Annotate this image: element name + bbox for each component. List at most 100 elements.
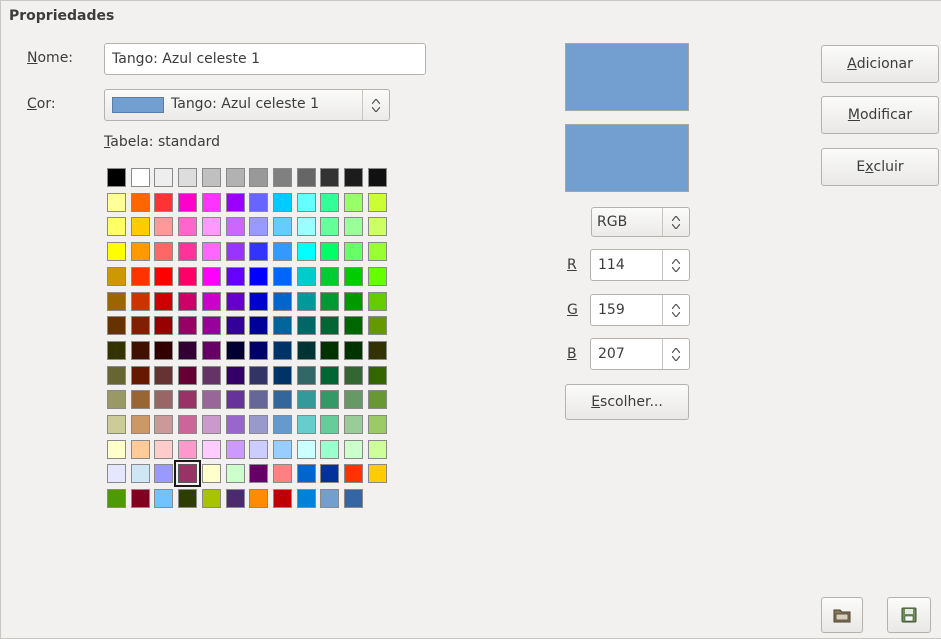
- palette-swatch[interactable]: [368, 168, 387, 187]
- palette-swatch[interactable]: [131, 267, 150, 286]
- palette-swatch[interactable]: [154, 464, 173, 483]
- palette-swatch[interactable]: [131, 217, 150, 236]
- palette-swatch[interactable]: [368, 193, 387, 212]
- palette-swatch[interactable]: [297, 217, 316, 236]
- palette-swatch[interactable]: [344, 292, 363, 311]
- palette-swatch[interactable]: [202, 366, 221, 385]
- palette-swatch[interactable]: [249, 415, 268, 434]
- palette-swatch[interactable]: [107, 440, 126, 459]
- palette-swatch[interactable]: [226, 366, 245, 385]
- palette-swatch[interactable]: [107, 415, 126, 434]
- palette-swatch[interactable]: [297, 267, 316, 286]
- palette-swatch[interactable]: [320, 390, 339, 409]
- palette-swatch[interactable]: [131, 440, 150, 459]
- palette-swatch[interactable]: [368, 316, 387, 335]
- palette-swatch[interactable]: [107, 193, 126, 212]
- palette-swatch[interactable]: [107, 217, 126, 236]
- red-spin-arrows[interactable]: [662, 250, 689, 280]
- palette-swatch[interactable]: [344, 217, 363, 236]
- color-select[interactable]: Tango: Azul celeste 1: [104, 89, 390, 121]
- palette-swatch[interactable]: [131, 292, 150, 311]
- palette-swatch[interactable]: [226, 341, 245, 360]
- palette-swatch[interactable]: [344, 168, 363, 187]
- palette-swatch[interactable]: [131, 341, 150, 360]
- palette-swatch[interactable]: [320, 193, 339, 212]
- palette-swatch[interactable]: [344, 366, 363, 385]
- palette-swatch[interactable]: [368, 267, 387, 286]
- palette-swatch[interactable]: [202, 267, 221, 286]
- blue-spin-arrows[interactable]: [662, 339, 689, 369]
- palette-swatch[interactable]: [297, 390, 316, 409]
- palette-swatch[interactable]: [273, 292, 292, 311]
- palette-swatch[interactable]: [249, 242, 268, 261]
- palette-swatch[interactable]: [320, 366, 339, 385]
- save-palette-button[interactable]: [887, 597, 931, 633]
- palette-swatch[interactable]: [178, 366, 197, 385]
- palette-swatch[interactable]: [297, 242, 316, 261]
- palette-swatch[interactable]: [202, 440, 221, 459]
- palette-swatch[interactable]: [202, 464, 221, 483]
- palette-swatch[interactable]: [249, 440, 268, 459]
- palette-swatch[interactable]: [368, 440, 387, 459]
- palette-swatch[interactable]: [202, 489, 221, 508]
- palette-swatch[interactable]: [154, 341, 173, 360]
- palette-swatch[interactable]: [273, 464, 292, 483]
- palette-swatch[interactable]: [226, 168, 245, 187]
- palette-swatch[interactable]: [249, 390, 268, 409]
- choose-color-button[interactable]: Escolher...: [565, 384, 689, 420]
- palette-swatch[interactable]: [178, 292, 197, 311]
- palette-swatch[interactable]: [178, 316, 197, 335]
- palette-swatch[interactable]: [273, 217, 292, 236]
- palette-swatch[interactable]: [249, 267, 268, 286]
- palette-swatch[interactable]: [297, 415, 316, 434]
- palette-swatch[interactable]: [273, 489, 292, 508]
- palette-swatch[interactable]: [368, 464, 387, 483]
- palette-swatch[interactable]: [273, 440, 292, 459]
- palette-swatch[interactable]: [226, 242, 245, 261]
- palette-swatch[interactable]: [154, 316, 173, 335]
- palette-swatch[interactable]: [273, 415, 292, 434]
- palette-swatch[interactable]: [202, 415, 221, 434]
- palette-swatch[interactable]: [202, 341, 221, 360]
- palette-swatch[interactable]: [154, 440, 173, 459]
- palette-swatch[interactable]: [344, 390, 363, 409]
- palette-swatch[interactable]: [297, 316, 316, 335]
- palette-swatch[interactable]: [154, 217, 173, 236]
- palette-swatch[interactable]: [249, 341, 268, 360]
- palette-swatch[interactable]: [131, 242, 150, 261]
- palette-swatch[interactable]: [344, 267, 363, 286]
- palette-swatch[interactable]: [107, 366, 126, 385]
- palette-swatch[interactable]: [154, 168, 173, 187]
- palette-swatch[interactable]: [249, 316, 268, 335]
- palette-swatch[interactable]: [131, 193, 150, 212]
- palette-swatch[interactable]: [154, 267, 173, 286]
- green-spin-input[interactable]: 159: [590, 294, 690, 326]
- palette-swatch[interactable]: [344, 242, 363, 261]
- delete-button[interactable]: Ex cluir: [821, 148, 939, 186]
- palette-swatch[interactable]: [107, 489, 126, 508]
- palette-swatch[interactable]: [249, 464, 268, 483]
- palette-swatch[interactable]: [320, 464, 339, 483]
- palette-swatch[interactable]: [297, 366, 316, 385]
- palette-swatch[interactable]: [202, 242, 221, 261]
- palette-swatch[interactable]: [344, 341, 363, 360]
- palette-swatch[interactable]: [226, 415, 245, 434]
- modify-button[interactable]: Modificar: [821, 96, 939, 134]
- palette-swatch[interactable]: [320, 292, 339, 311]
- red-spin-input[interactable]: 114: [590, 249, 690, 281]
- palette-swatch[interactable]: [226, 217, 245, 236]
- color-select-arrows[interactable]: [362, 90, 389, 120]
- palette-swatch[interactable]: [202, 316, 221, 335]
- palette-swatch[interactable]: [297, 193, 316, 212]
- palette-swatch[interactable]: [344, 464, 363, 483]
- green-spin-arrows[interactable]: [662, 295, 689, 325]
- palette-swatch[interactable]: [297, 341, 316, 360]
- palette-swatch[interactable]: [249, 193, 268, 212]
- palette-swatch[interactable]: [178, 390, 197, 409]
- palette-swatch[interactable]: [202, 217, 221, 236]
- palette-swatch[interactable]: [202, 292, 221, 311]
- palette-swatch[interactable]: [368, 415, 387, 434]
- palette-swatch[interactable]: [273, 193, 292, 212]
- palette-swatch[interactable]: [368, 292, 387, 311]
- palette-swatch[interactable]: [131, 168, 150, 187]
